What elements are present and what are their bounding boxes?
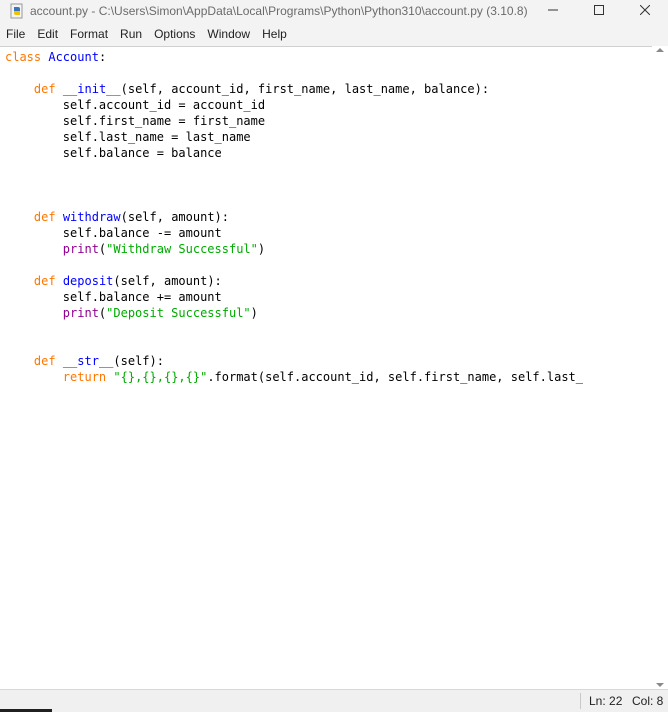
code-token: deposit — [62, 274, 114, 288]
menu-run[interactable]: Run — [114, 22, 148, 46]
code-token: .format(self.account_id, self.first_name… — [207, 370, 583, 384]
menu-file[interactable]: File — [0, 22, 31, 46]
minimize-button[interactable] — [530, 0, 576, 22]
menu-edit[interactable]: Edit — [31, 22, 64, 46]
menu-help[interactable]: Help — [256, 22, 293, 46]
code-token: Account — [48, 50, 99, 64]
code-token: self.balance -= amount — [5, 226, 222, 240]
title-bar: account.py - C:\Users\Simon\AppData\Loca… — [0, 0, 668, 22]
close-button[interactable] — [622, 0, 668, 22]
code-line: class Account: — [5, 49, 583, 65]
code-line: self.first_name = first_name — [5, 113, 583, 129]
code-token: withdraw — [62, 210, 121, 224]
menu-window[interactable]: Window — [201, 22, 256, 46]
code-token: def — [33, 354, 56, 368]
code-token: ) — [257, 242, 266, 256]
code-line: self.balance -= amount — [5, 225, 583, 241]
code-token: return — [62, 370, 107, 384]
code-text: class Account: def __init__(self, accoun… — [5, 49, 583, 385]
menu-bar: File Edit Format Run Options Window Help — [0, 22, 668, 46]
code-line: self.last_name = last_name — [5, 129, 583, 145]
code-token: self.last_name = last_name — [5, 130, 251, 144]
minimize-icon — [548, 2, 558, 20]
code-token: __str__ — [62, 354, 114, 368]
code-line: def __str__(self): — [5, 353, 583, 369]
code-editor[interactable]: class Account: def __init__(self, accoun… — [0, 46, 652, 689]
code-line: self.balance += amount — [5, 289, 583, 305]
code-token: print — [62, 306, 99, 320]
maximize-button[interactable] — [576, 0, 622, 22]
code-token: : — [98, 50, 107, 64]
python-file-icon — [9, 3, 25, 19]
code-token: __init__ — [62, 82, 121, 96]
code-token: def — [33, 210, 56, 224]
code-token: (self, account_id, first_name, last_name… — [120, 82, 490, 96]
menu-format[interactable]: Format — [64, 22, 114, 46]
code-token: self.balance = balance — [5, 146, 222, 160]
status-line-number: Ln: 22 — [589, 694, 623, 708]
code-line: print("Deposit Successful") — [5, 305, 583, 321]
code-token: def — [33, 274, 56, 288]
window-title: account.py - C:\Users\Simon\AppData\Loca… — [30, 4, 528, 18]
code-token: "Deposit Successful" — [106, 306, 251, 320]
code-line: def withdraw(self, amount): — [5, 209, 583, 225]
code-line: self.account_id = account_id — [5, 97, 583, 113]
code-token: self.first_name = first_name — [5, 114, 266, 128]
code-line: print("Withdraw Successful") — [5, 241, 583, 257]
code-token: self.balance += amount — [5, 290, 222, 304]
code-token: "Withdraw Successful" — [106, 242, 258, 256]
scroll-down-arrow-icon[interactable] — [652, 673, 668, 689]
code-token: (self, amount): — [120, 210, 229, 224]
code-token: self.account_id = account_id — [5, 98, 266, 112]
menu-options[interactable]: Options — [148, 22, 201, 46]
code-line: return "{},{},{},{}".format(self.account… — [5, 369, 583, 385]
scroll-up-arrow-icon[interactable] — [652, 46, 668, 62]
code-token: print — [62, 242, 99, 256]
status-column-number: Col: 8 — [632, 694, 664, 708]
code-token: def — [33, 82, 56, 96]
status-bar: Ln: 22 Col: 8 — [0, 689, 668, 712]
vertical-scrollbar[interactable] — [652, 46, 668, 689]
code-line: def deposit(self, amount): — [5, 273, 583, 289]
code-token: class — [5, 50, 42, 64]
code-token: ) — [250, 306, 258, 320]
code-line: def __init__(self, account_id, first_nam… — [5, 81, 583, 97]
code-line: self.balance = balance — [5, 145, 583, 161]
code-token: (self, amount): — [113, 274, 222, 288]
status-divider — [580, 693, 581, 709]
maximize-icon — [594, 2, 604, 20]
close-icon — [639, 2, 651, 20]
code-token: "{},{},{},{}" — [113, 370, 208, 384]
code-token: (self): — [113, 354, 164, 368]
